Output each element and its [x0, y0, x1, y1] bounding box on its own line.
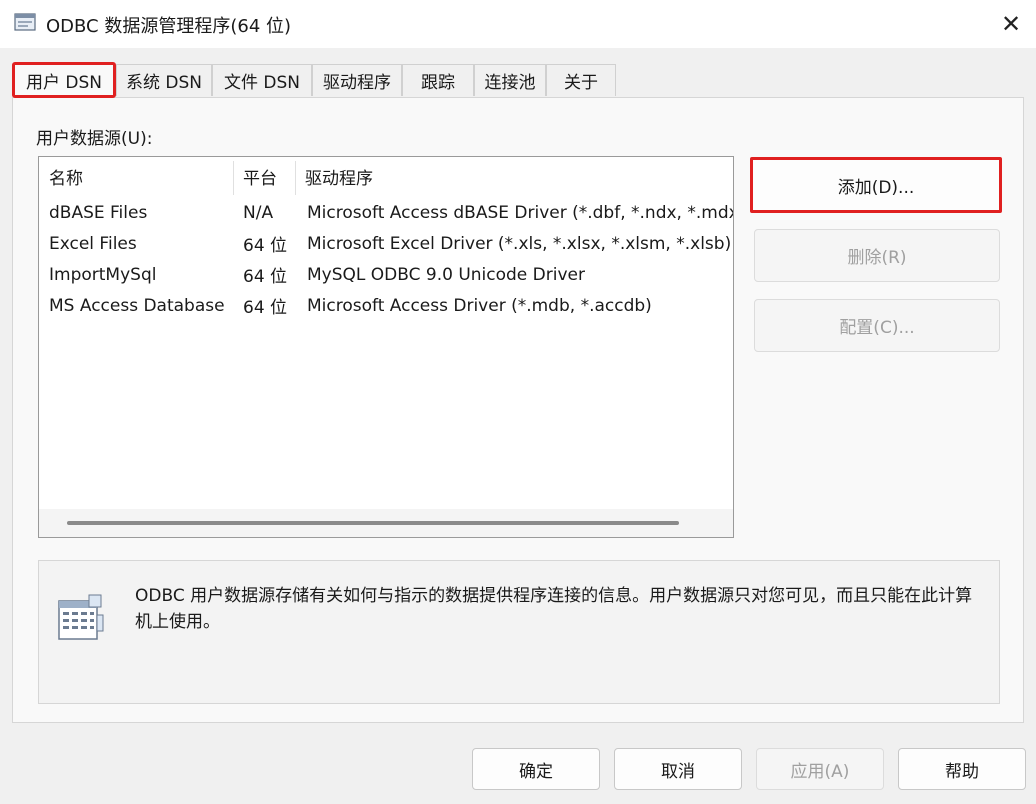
tab-user-dsn[interactable]: 用户 DSN [12, 62, 116, 98]
dsn-name: MS Access Database [49, 295, 225, 316]
user-dsn-list[interactable]: 名称 平台 驱动程序 dBASE Files N/A Microsoft Acc… [38, 156, 734, 538]
dsn-driver: Microsoft Access dBASE Driver (*.dbf, *.… [307, 202, 733, 223]
list-header: 名称 平台 驱动程序 [39, 157, 733, 195]
tab-system-dsn[interactable]: 系统 DSN [116, 64, 212, 96]
odbc-dialog: ODBC 数据源管理程序(64 位) ✕ 用户 DSN 系统 DSN 文件 DS… [0, 0, 1036, 804]
help-button[interactable]: 帮助 [898, 748, 1026, 790]
column-header-platform[interactable]: 平台 [233, 157, 295, 195]
list-item[interactable]: ImportMySql 64 位 MySQL ODBC 9.0 Unicode … [39, 259, 733, 290]
configure-button[interactable]: 配置(C)... [754, 299, 1000, 352]
list-item[interactable]: dBASE Files N/A Microsoft Access dBASE D… [39, 197, 733, 228]
tab-strip: 用户 DSN 系统 DSN 文件 DSN 驱动程序 跟踪 连接池 关于 [12, 62, 618, 98]
ok-button[interactable]: 确定 [472, 748, 600, 790]
odbc-app-icon [14, 13, 36, 31]
cancel-button[interactable]: 取消 [614, 748, 742, 790]
dsn-driver: MySQL ODBC 9.0 Unicode Driver [307, 264, 585, 285]
dsn-platform: 64 位 [243, 267, 288, 287]
list-item[interactable]: Excel Files 64 位 Microsoft Excel Driver … [39, 228, 733, 259]
scrollbar-thumb[interactable] [67, 521, 679, 525]
dsn-driver: Microsoft Excel Driver (*.xls, *.xlsx, *… [307, 233, 732, 254]
tab-tracing[interactable]: 跟踪 [402, 64, 474, 96]
dsn-name: dBASE Files [49, 202, 148, 223]
dsn-name: ImportMySql [49, 264, 157, 285]
tab-about[interactable]: 关于 [546, 64, 616, 96]
info-description: ODBC 用户数据源存储有关如何与指示的数据提供程序连接的信息。用户数据源只对您… [135, 586, 973, 632]
dsn-platform: 64 位 [243, 298, 288, 318]
dsn-driver: Microsoft Access Driver (*.mdb, *.accdb) [307, 295, 652, 316]
list-item[interactable]: MS Access Database 64 位 Microsoft Access… [39, 290, 733, 321]
tab-file-dsn[interactable]: 文件 DSN [212, 64, 312, 96]
window-title: ODBC 数据源管理程序(64 位) [46, 16, 292, 37]
info-box: ODBC 用户数据源存储有关如何与指示的数据提供程序连接的信息。用户数据源只对您… [38, 560, 1000, 704]
tab-connection-pooling[interactable]: 连接池 [474, 64, 546, 96]
close-icon: ✕ [1000, 10, 1022, 38]
dsn-platform: N/A [243, 202, 274, 223]
title-bar: ODBC 数据源管理程序(64 位) ✕ [0, 0, 1036, 48]
user-data-sources-label: 用户数据源(U): [36, 129, 153, 149]
horizontal-scrollbar[interactable] [39, 509, 733, 537]
column-header-driver[interactable]: 驱动程序 [295, 157, 733, 195]
data-source-icon [58, 594, 104, 640]
close-button[interactable]: ✕ [986, 0, 1036, 48]
remove-button[interactable]: 删除(R) [754, 229, 1000, 282]
tab-drivers[interactable]: 驱动程序 [312, 64, 402, 96]
dsn-name: Excel Files [49, 233, 137, 254]
add-button[interactable]: 添加(D)... [750, 157, 1002, 213]
apply-button[interactable]: 应用(A) [756, 748, 884, 790]
column-header-name[interactable]: 名称 [39, 157, 233, 195]
dsn-platform: 64 位 [243, 236, 288, 256]
